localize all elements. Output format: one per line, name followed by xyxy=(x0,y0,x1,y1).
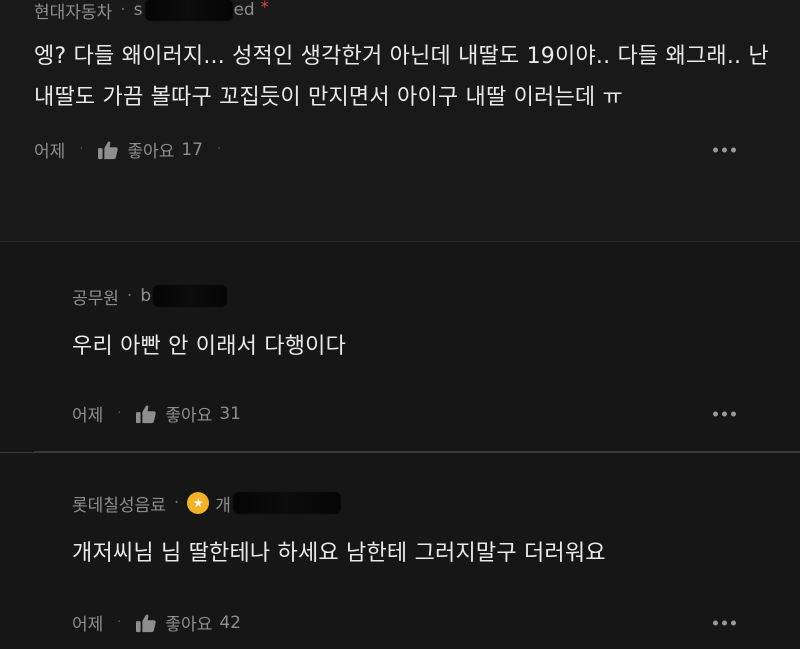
comment-meta: 현대자동차 · s ed * xyxy=(34,0,776,23)
reply-time: 어제 xyxy=(72,615,104,635)
like-count: 17 xyxy=(181,139,203,160)
like-label: 좋아요 xyxy=(127,142,175,162)
comment: 현대자동차 · s ed * 엥? 다들 왜이러지... 성적인 생각한거 아닌… xyxy=(0,0,800,242)
gold-badge-icon xyxy=(187,492,210,514)
author-handle-suffix: ed xyxy=(233,0,255,20)
reply-actions: 어제 · 좋아요 42 xyxy=(72,610,776,635)
thumbs-up-icon xyxy=(98,140,119,159)
thumbs-up-icon xyxy=(136,613,157,632)
thumbs-up-icon xyxy=(136,404,157,423)
author-handle[interactable]: b xyxy=(140,286,151,306)
more-options-icon[interactable] xyxy=(713,411,736,416)
like-button[interactable]: 좋아요 42 xyxy=(135,610,241,635)
author-company[interactable]: 현대자동차 xyxy=(34,0,112,23)
actions-separator: · xyxy=(216,142,222,157)
actions-separator: · xyxy=(117,615,122,630)
redacted-handle xyxy=(145,0,234,21)
actions-separator: · xyxy=(117,406,122,421)
actions-separator: · xyxy=(79,142,84,157)
comment-actions: 어제 · 좋아요 17 · xyxy=(34,137,776,162)
reply-actions: 어제 · 좋아요 31 xyxy=(72,401,776,426)
meta-separator: · xyxy=(173,493,180,513)
author-company[interactable]: 공무원 xyxy=(72,284,119,309)
reply-text: 개저씨님 님 딸한테나 하세요 남한테 그러지말구 더러워요 xyxy=(72,541,606,566)
redacted-handle xyxy=(153,285,228,307)
meta-separator: · xyxy=(126,286,133,306)
reply-text: 우리 아빤 안 이래서 다행이다 xyxy=(72,334,347,359)
reply-time: 어제 xyxy=(72,406,104,426)
comment-text: 엥? 다들 왜이러지... 성적인 생각한거 아닌데 내딸도 19이야.. 다들… xyxy=(34,44,769,110)
author-marker: * xyxy=(260,0,269,16)
like-label: 좋아요 xyxy=(165,406,213,426)
reply-meta: 롯데칠성음료 · 개 xyxy=(72,491,776,516)
reply-meta: 공무원 · b xyxy=(72,284,776,309)
redacted-handle xyxy=(232,492,341,514)
comment-time: 어제 xyxy=(34,142,66,162)
like-count: 31 xyxy=(219,403,241,424)
like-label: 좋아요 xyxy=(165,615,213,635)
like-button[interactable]: 좋아요 31 xyxy=(135,401,241,426)
comment-thread: 현대자동차 · s ed * 엥? 다들 왜이러지... 성적인 생각한거 아닌… xyxy=(0,0,800,649)
meta-separator: · xyxy=(120,0,126,20)
reply: 공무원 · b 우리 아빤 안 이래서 다행이다 어제 · 좋아요 31 xyxy=(0,242,800,452)
author-handle[interactable]: s xyxy=(134,0,143,20)
more-options-icon[interactable] xyxy=(713,620,736,625)
like-button[interactable]: 좋아요 17 xyxy=(97,137,203,162)
reply: 롯데칠성음료 · 개 개저씨님 님 딸한테나 하세요 남한테 그러지말구 더러워… xyxy=(0,452,800,649)
author-company[interactable]: 롯데칠성음료 xyxy=(72,491,166,516)
more-options-icon[interactable] xyxy=(713,147,736,152)
like-count: 42 xyxy=(219,612,241,633)
author-handle[interactable]: 개 xyxy=(215,491,231,516)
